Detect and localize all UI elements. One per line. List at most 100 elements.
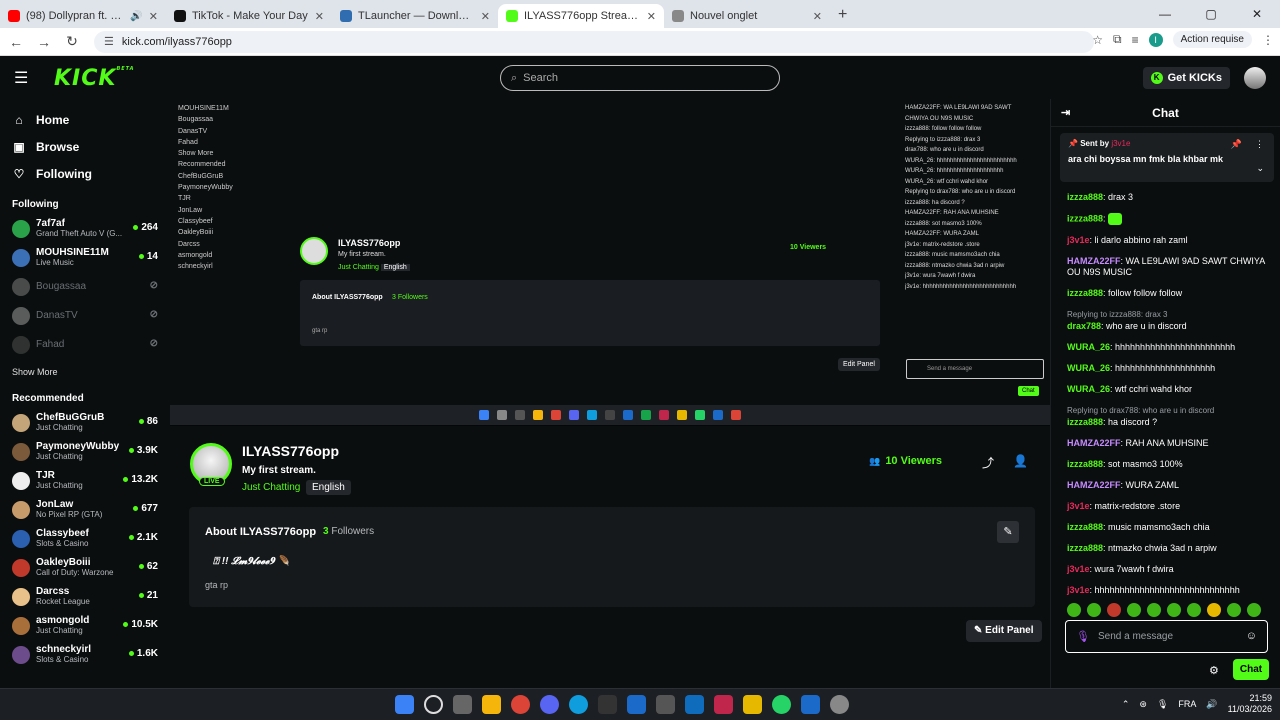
chat-input[interactable]: 🎙 ☺ [1065,620,1268,653]
close-tab-icon[interactable]: ✕ [647,10,656,23]
chat-username[interactable]: izzza888 [1067,417,1103,427]
emote-icon[interactable] [1167,603,1181,617]
chat-username[interactable]: HAMZA22FF [1067,480,1121,490]
emote-icon[interactable] [1187,603,1201,617]
emote-icon[interactable] [1127,603,1141,617]
menu-icon[interactable]: ☰ [14,68,36,88]
chevron-up-icon[interactable]: ⌃ [1122,699,1130,710]
chat-username[interactable]: WURA_26 [1067,363,1110,373]
chat-settings-icon[interactable]: ⚙ [1209,664,1219,677]
emote-icon[interactable] [1147,603,1161,617]
collapse-chat-icon[interactable]: ⇥ [1061,106,1070,119]
app-a-icon[interactable] [714,695,733,714]
whatsapp-icon[interactable] [772,695,791,714]
chat-username[interactable]: drax788 [1067,321,1101,331]
sidebar-channel[interactable]: MOUHSINE11M Live Music 14 [0,243,170,272]
url-field[interactable]: ☰ kick.com/ilyass776opp [94,30,1094,53]
close-tab-icon[interactable]: ✕ [149,10,158,23]
network-icon[interactable]: ⊛ [1139,699,1147,710]
action-required-button[interactable]: Action requise [1172,31,1252,48]
emoji-icon[interactable]: ☺ [1246,630,1257,642]
emote-icon[interactable] [1087,603,1101,617]
chat-message-field[interactable] [1097,631,1238,642]
mic-tray-icon[interactable]: 🎙 [1157,699,1168,710]
sidebar-channel[interactable]: Bougassaa ⊘ [0,272,170,301]
emote-icon[interactable] [1207,603,1221,617]
chrome-icon[interactable] [511,695,530,714]
extensions-icon[interactable]: ⧉ [1113,32,1122,47]
chat-username[interactable]: HAMZA22FF [1067,438,1121,448]
chat-username[interactable]: izzza888 [1067,543,1103,553]
stream-category[interactable]: Just Chatting [242,482,300,493]
sidebar-channel[interactable]: ChefBuGGruB Just Chatting 86 [0,408,170,437]
nav-home[interactable]: ⌂ Home [0,106,170,133]
sidebar-channel[interactable]: Fahad ⊘ [0,330,170,359]
channel-name[interactable]: ILYASS776opp [242,443,339,459]
sidebar-channel[interactable]: OakleyBoiii Call of Duty: Warzone 62 [0,553,170,582]
bookmark-star-icon[interactable]: ☆ [1092,33,1103,47]
media-icon[interactable]: ≡ [1132,33,1139,47]
chat-username[interactable]: izzza888 [1067,213,1103,223]
tab-audio-icon[interactable]: 🔊 [130,11,142,22]
sidebar-channel[interactable]: PaymoneyWubby Just Chatting 3.9K [0,437,170,466]
close-icon[interactable]: ✕ [1234,0,1280,28]
user-avatar[interactable] [1244,67,1266,89]
browser-tab[interactable]: ILYASS776opp Stream - Watch L ✕ [498,4,664,28]
chat-username[interactable]: j3v1e [1067,501,1090,511]
edge-icon[interactable] [569,695,588,714]
chat-username[interactable]: WURA_26 [1067,342,1110,352]
kick-logo[interactable]: KICKBETA [54,66,135,91]
nav-following[interactable]: ♡ Following [0,160,170,187]
outlook-icon[interactable] [685,695,704,714]
language-indicator[interactable]: FRA [1178,699,1196,709]
sidebar-channel[interactable]: 7af7af Grand Theft Auto V (G... 264 [0,214,170,243]
maximize-icon[interactable]: ▢ [1188,0,1234,28]
browser-tab[interactable]: TLauncher — Download Minec ✕ [332,4,498,28]
chat-username[interactable]: j3v1e [1067,585,1090,595]
epic-games-icon[interactable] [598,695,617,714]
share-icon[interactable]: ⤴ [982,454,994,471]
new-tab-icon[interactable]: + [830,4,855,28]
file-explorer-icon[interactable] [743,695,762,714]
sidebar-channel[interactable]: DanasTV ⊘ [0,301,170,330]
sidebar-channel[interactable]: Darcss Rocket League 21 [0,582,170,611]
site-info-icon[interactable]: ☰ [104,35,114,48]
steam-icon[interactable] [627,695,646,714]
close-tab-icon[interactable]: ✕ [481,10,490,23]
app-r-icon[interactable] [482,695,501,714]
sidebar-channel[interactable]: asmongold Just Chatting 10.5K [0,611,170,640]
windows-start-icon[interactable] [395,695,414,714]
edit-panel-button[interactable]: ✎ Edit Panel [966,620,1042,642]
search-icon[interactable] [424,695,443,714]
chat-send-button[interactable]: Chat [1233,659,1269,680]
chat-username[interactable]: izzza888 [1067,288,1103,298]
browser-menu-icon[interactable]: ⋮ [1262,33,1274,47]
video-player[interactable]: MOUHSINE11M Bougassaa DanasTV Fahad Show Mor… [170,99,1050,426]
sidebar-channel[interactable]: Classybeef Slots & Casino 2.1K [0,524,170,553]
browser-tab[interactable]: TikTok - Make Your Day ✕ [166,4,332,28]
chat-username[interactable]: j3v1e [1067,235,1090,245]
task-view-icon[interactable] [453,695,472,714]
emote-icon[interactable] [1247,603,1261,617]
chat-username[interactable]: HAMZA22FF [1067,256,1121,266]
get-kicks-button[interactable]: K Get KICKs [1142,67,1230,89]
sidebar-channel[interactable]: TJR Just Chatting 13.2K [0,466,170,495]
emote-icon[interactable] [1067,603,1081,617]
microphone-icon[interactable]: 🎙 [1076,630,1090,643]
sidebar-channel[interactable]: JonLaw No Pixel RP (GTA) 677 [0,495,170,524]
pin-icon[interactable]: 📌 [1231,139,1242,150]
chat-username[interactable]: WURA_26 [1067,384,1110,394]
more-options-icon[interactable]: ⋮ [1255,139,1264,150]
steam-icon-2[interactable] [801,695,820,714]
user-follow-icon[interactable]: 👤 [1013,454,1028,468]
browser-tab[interactable]: (98) Dollypran ft. ElGrande 🔊 ✕ [0,4,166,28]
forward-icon[interactable]: → [32,34,56,50]
edit-about-button[interactable]: ✎ [997,521,1019,543]
search-input[interactable]: ⌕ Search [500,65,780,91]
chevron-down-icon[interactable]: ⌄ [1256,163,1264,174]
chat-username[interactable]: j3v1e [1067,564,1090,574]
store-icon[interactable] [656,695,675,714]
app-gear-icon[interactable] [830,695,849,714]
language-tag[interactable]: English [306,480,351,495]
nav-browse[interactable]: ▣ Browse [0,133,170,160]
